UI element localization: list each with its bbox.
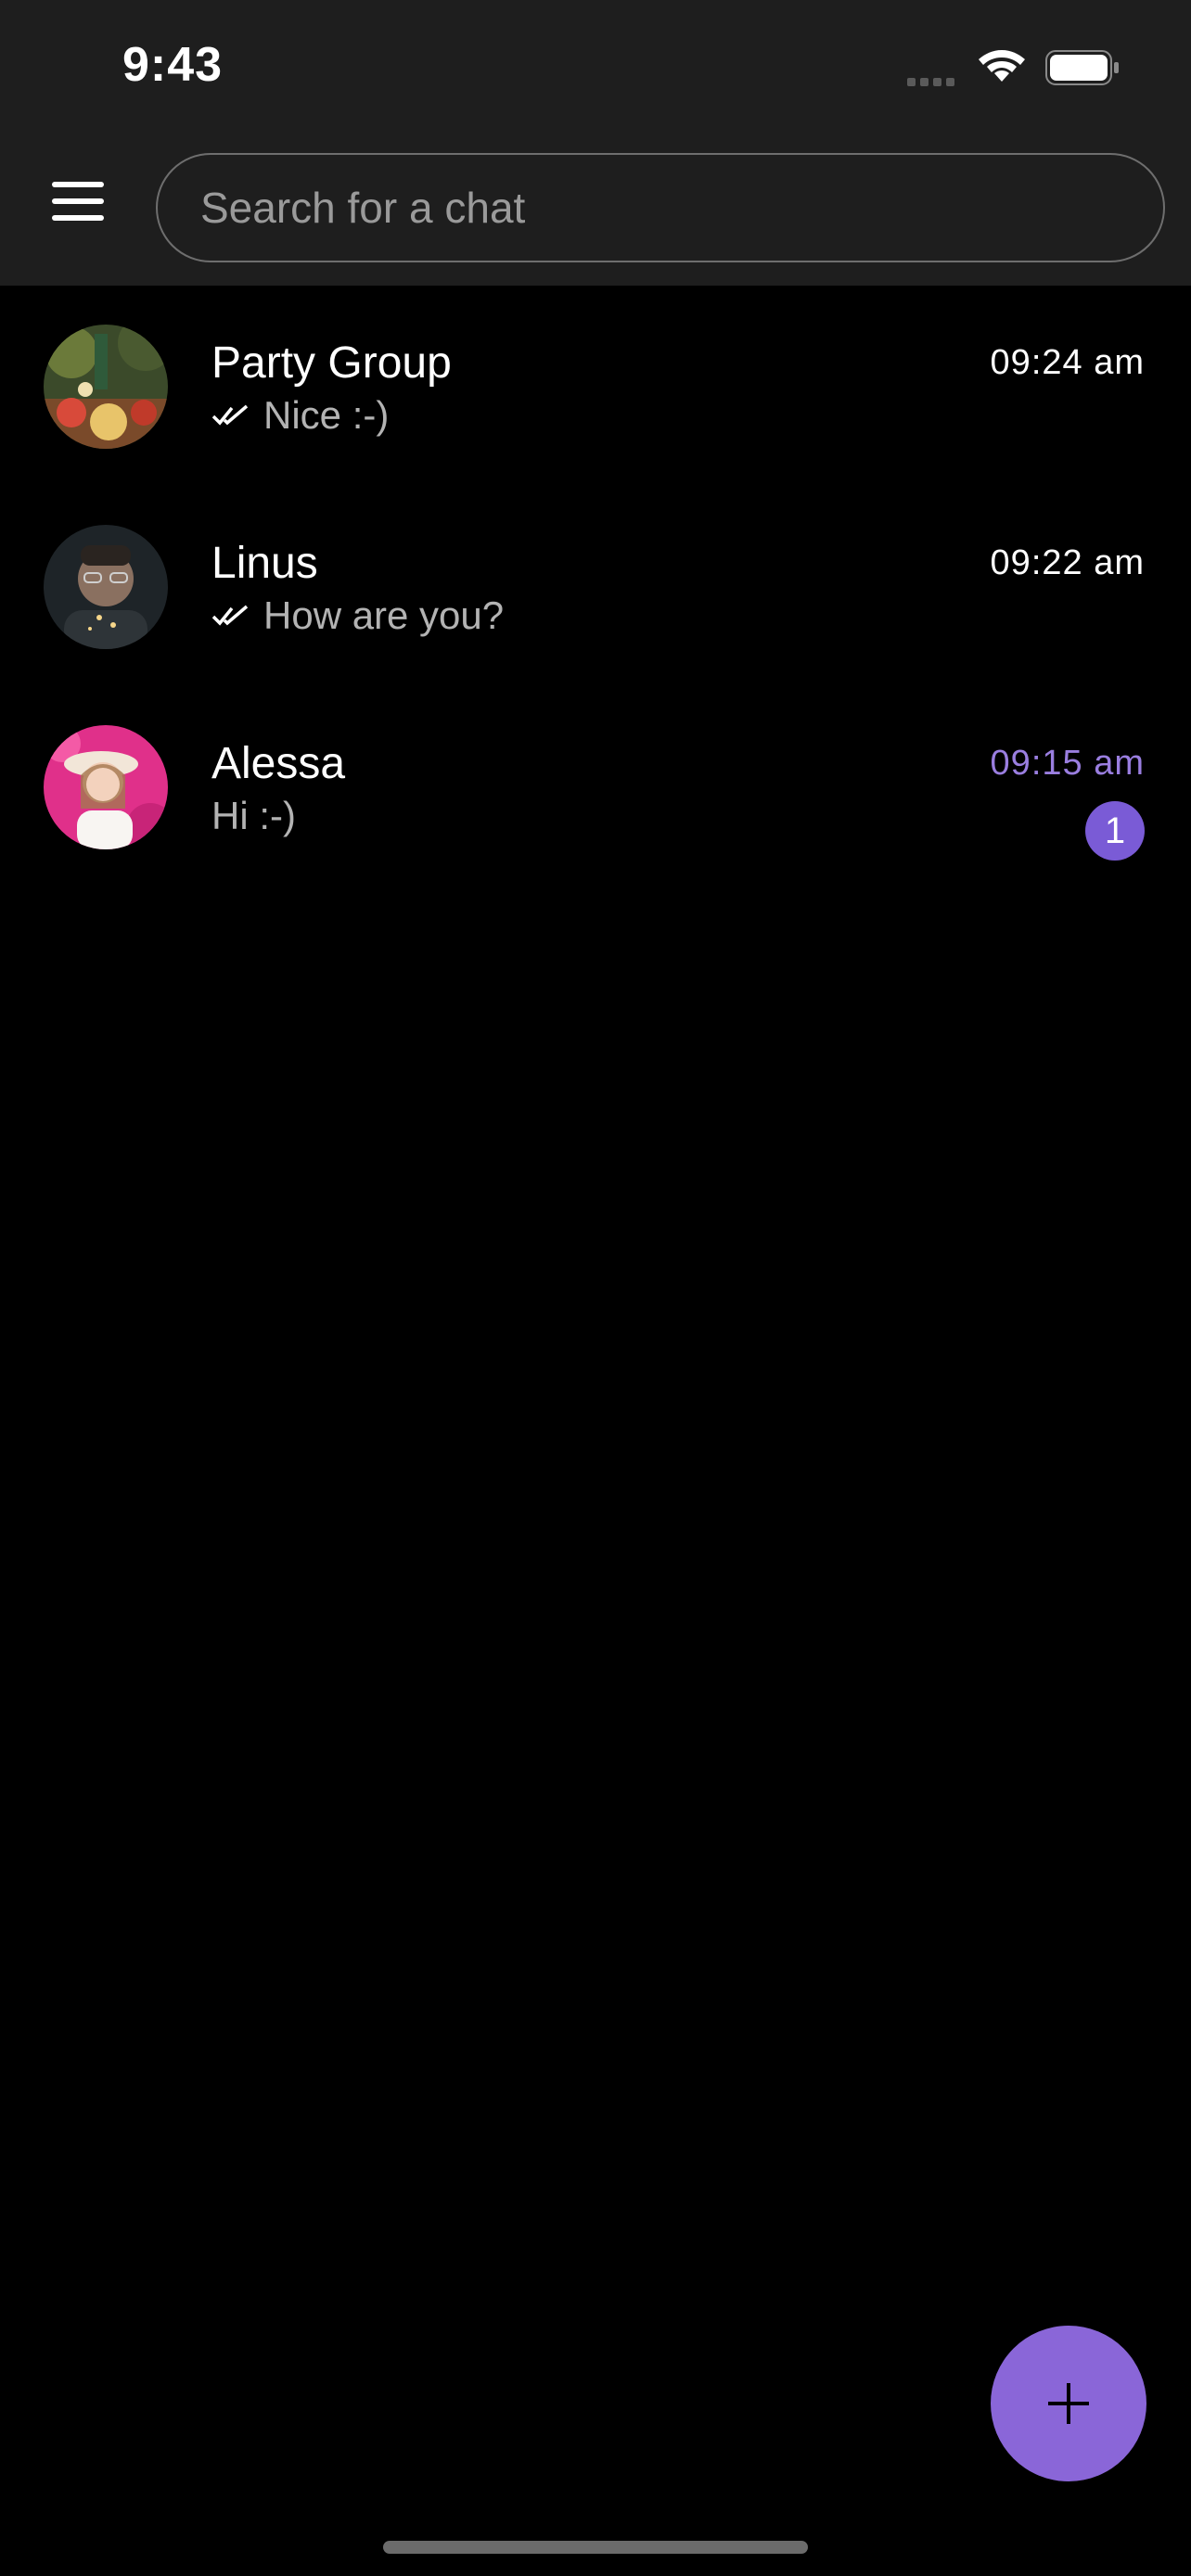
chat-preview: Nice :-): [211, 393, 389, 438]
avatar: [44, 525, 168, 649]
status-time: 9:43: [122, 38, 224, 92]
hamburger-menu-icon[interactable]: [46, 182, 109, 232]
double-check-icon: [211, 404, 249, 426]
chat-item-alessa[interactable]: Alessa Hi :-) 09:15 am 1: [0, 686, 1191, 886]
chat-list: Party Group Nice :-) 09:24 am Linus How …: [0, 286, 1191, 886]
chat-name: Linus: [211, 539, 318, 588]
plus-icon: [1048, 2383, 1089, 2424]
chat-name: Alessa: [211, 739, 346, 788]
chat-time: 09:15 am: [990, 744, 1145, 783]
wifi-icon: [979, 50, 1025, 82]
chat-preview: How are you?: [211, 593, 504, 638]
chat-name: Party Group: [211, 338, 452, 388]
chat-preview-text: How are you?: [263, 593, 505, 637]
double-check-icon: [211, 605, 249, 626]
chat-preview: Hi :-): [211, 794, 296, 838]
unread-count-badge: 1: [1085, 801, 1145, 861]
chat-time: 09:22 am: [990, 543, 1145, 582]
top-app-bar: 9:43 Search for a chat: [0, 0, 1191, 286]
chat-item-linus[interactable]: Linus How are you? 09:22 am: [0, 486, 1191, 686]
chat-time: 09:24 am: [990, 343, 1145, 382]
cellular-signal-icon: [907, 74, 959, 91]
avatar: [44, 325, 168, 449]
search-placeholder: Search for a chat: [200, 184, 526, 232]
home-indicator: [383, 2541, 808, 2554]
new-chat-button[interactable]: [991, 2326, 1146, 2481]
chat-preview-text: Hi :-): [211, 794, 296, 837]
chat-item-party-group[interactable]: Party Group Nice :-) 09:24 am: [0, 286, 1191, 486]
battery-icon: [1045, 50, 1119, 85]
avatar: [44, 725, 168, 849]
search-input[interactable]: Search for a chat: [156, 153, 1165, 262]
chat-preview-text: Nice :-): [263, 393, 390, 437]
